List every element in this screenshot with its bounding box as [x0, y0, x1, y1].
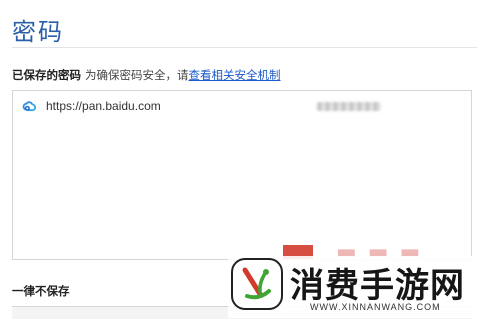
list-item[interactable]: https://pan.baidu.com — [13, 95, 471, 119]
watermark-text: 消费手游网 — [290, 266, 465, 306]
title-divider — [12, 47, 477, 48]
watermark-url: WWW.XINNANWANG.COM — [310, 302, 441, 312]
page-title: 密码 — [12, 18, 64, 46]
saved-passwords-heading: 已保存的密码 — [12, 68, 81, 82]
security-hint: 为确保密码安全，请 — [85, 68, 189, 82]
security-mechanism-link[interactable]: 查看相关安全机制 — [189, 68, 281, 82]
saved-passwords-header: 已保存的密码 为确保密码安全，请查看相关安全机制 — [12, 67, 281, 83]
masked-username — [317, 102, 381, 111]
saved-passwords-list: https://pan.baidu.com — [12, 90, 472, 260]
never-saved-heading: 一律不保存 — [12, 284, 70, 298]
brand-logo-icon — [231, 258, 283, 310]
baidu-cloud-icon — [22, 100, 37, 114]
watermark: 消费手游网 WWW.XINNANWANG.COM — [228, 256, 477, 318]
site-url: https://pan.baidu.com — [46, 99, 161, 113]
